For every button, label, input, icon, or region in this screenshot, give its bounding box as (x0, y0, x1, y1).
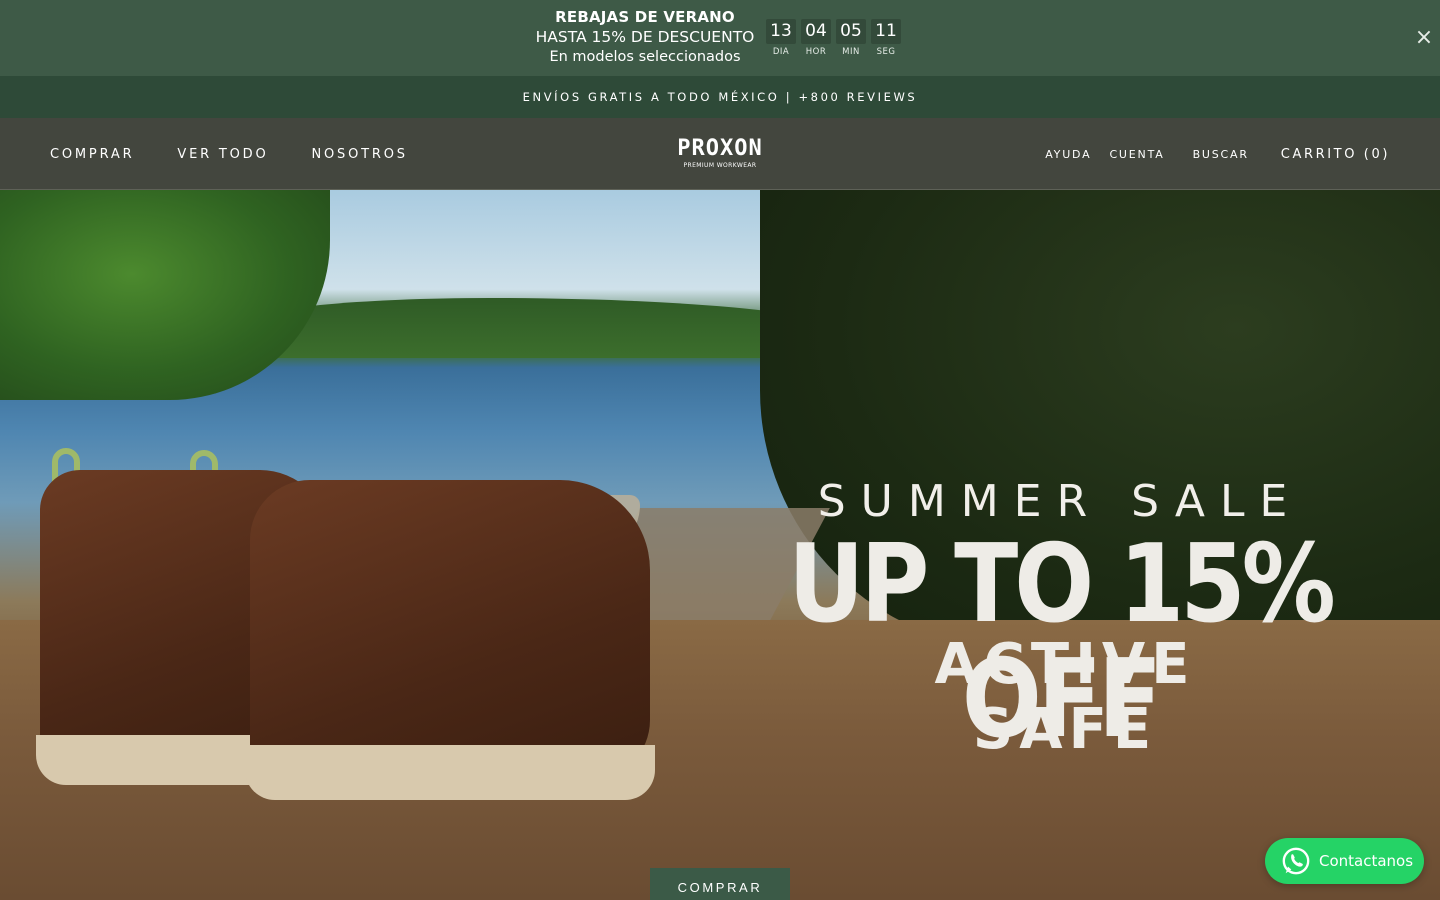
countdown-seconds-label: SEG (876, 47, 896, 57)
countdown-minutes: 05 MIN (836, 19, 866, 57)
countdown-minutes-label: MIN (842, 47, 860, 57)
countdown-days: 13 DIA (766, 19, 796, 57)
countdown-minutes-value: 05 (836, 19, 866, 44)
countdown-days-label: DIA (772, 47, 790, 57)
promo-title: REBAJAS DE VERANO (555, 8, 735, 26)
nav-help[interactable]: AYUDA (1045, 148, 1091, 161)
hero-banner: SUMMER SALE UP TO 15% OFF ACTIVE SAFE CO… (0, 190, 1440, 900)
nav-nosotros[interactable]: NOSOTROS (312, 147, 408, 162)
logo-tagline: PREMIUM WORKWEAR (683, 162, 757, 169)
countdown-hours-label: HOR (805, 47, 827, 57)
hero-subheadline: ACTIVE SAFE (934, 632, 1196, 762)
site-header: COMPRAR VER TODO NOSOTROS PROXON PREMIUM… (0, 118, 1440, 190)
main-nav: COMPRAR VER TODO NOSOTROS (50, 118, 408, 190)
announcement-bar: REBAJAS DE VERANO HASTA 15% DE DESCUENTO… (0, 0, 1440, 76)
promo-subtitle: HASTA 15% DE DESCUENTO (535, 28, 755, 46)
nav-account[interactable]: CUENTA (1109, 148, 1164, 161)
boot-sole-right (245, 745, 655, 800)
countdown-hours: 04 HOR (801, 19, 831, 57)
chat-label: Contactanos (1319, 852, 1414, 870)
nav-ver-todo[interactable]: VER TODO (177, 147, 268, 162)
close-icon[interactable]: × (1412, 24, 1436, 52)
hero-trees-left (0, 190, 330, 400)
hero-eyebrow: SUMMER SALE (817, 476, 1303, 527)
countdown-days-value: 13 (766, 19, 796, 44)
whatsapp-icon (1282, 847, 1310, 875)
countdown-seconds-value: 11 (871, 19, 901, 44)
logo[interactable]: PROXON PREMIUM WORKWEAR (660, 136, 780, 170)
boot-image-right (250, 480, 650, 780)
nav-search[interactable]: BUSCAR (1193, 148, 1249, 161)
countdown-hours-value: 04 (801, 19, 831, 44)
nav-comprar[interactable]: COMPRAR (50, 147, 134, 162)
shipping-bar: ENVÍOS GRATIS A TODO MÉXICO | +800 REVIE… (0, 76, 1440, 118)
utility-nav: AYUDA CUENTA BUSCAR CARRITO (0) (1045, 118, 1390, 190)
contact-chat-button[interactable]: Contactanos (1265, 838, 1424, 884)
nav-cart[interactable]: CARRITO (0) (1281, 147, 1390, 162)
promo-note: En modelos seleccionados (549, 49, 741, 65)
promo-text: REBAJAS DE VERANO HASTA 15% DE DESCUENTO… (520, 7, 770, 67)
logo-wordmark: PROXON (677, 136, 763, 161)
countdown-timer: 13 DIA 04 HOR 05 MIN 11 SEG (766, 19, 901, 57)
hero-shop-button[interactable]: COMPRAR (650, 868, 790, 900)
countdown-seconds: 11 SEG (871, 19, 901, 57)
